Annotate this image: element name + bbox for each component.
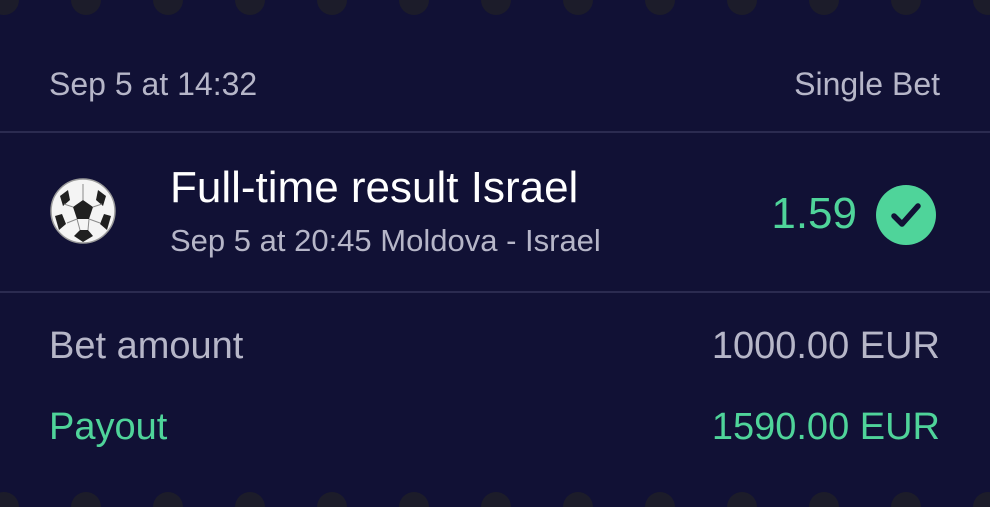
soccer-ball-icon bbox=[50, 178, 116, 244]
divider bbox=[0, 291, 990, 293]
bet-amount-row: Bet amount 1000.00 EUR bbox=[49, 321, 940, 371]
ticket-header: Sep 5 at 14:32 Single Bet bbox=[49, 60, 940, 108]
placed-date: Sep 5 at 14:32 bbox=[49, 65, 258, 102]
payout-label: Payout bbox=[49, 405, 168, 448]
selection-row[interactable]: Full-time result Israel Sep 5 at 20:45 M… bbox=[0, 133, 990, 291]
payout-value: 1590.00 EUR bbox=[711, 405, 940, 448]
bet-amount-label: Bet amount bbox=[49, 324, 244, 367]
event-details: Sep 5 at 20:45 Moldova - Israel bbox=[170, 223, 601, 258]
payout-row: Payout 1590.00 EUR bbox=[49, 402, 940, 452]
bet-type-label: Single Bet bbox=[794, 65, 940, 102]
odds-value: 1.59 bbox=[771, 189, 857, 238]
bet-amount-value: 1000.00 EUR bbox=[711, 324, 940, 367]
market-title: Full-time result Israel bbox=[170, 163, 579, 212]
check-circle-icon bbox=[876, 185, 936, 245]
bet-ticket[interactable]: Sep 5 at 14:32 Single Bet Full-time resu… bbox=[0, 0, 990, 507]
